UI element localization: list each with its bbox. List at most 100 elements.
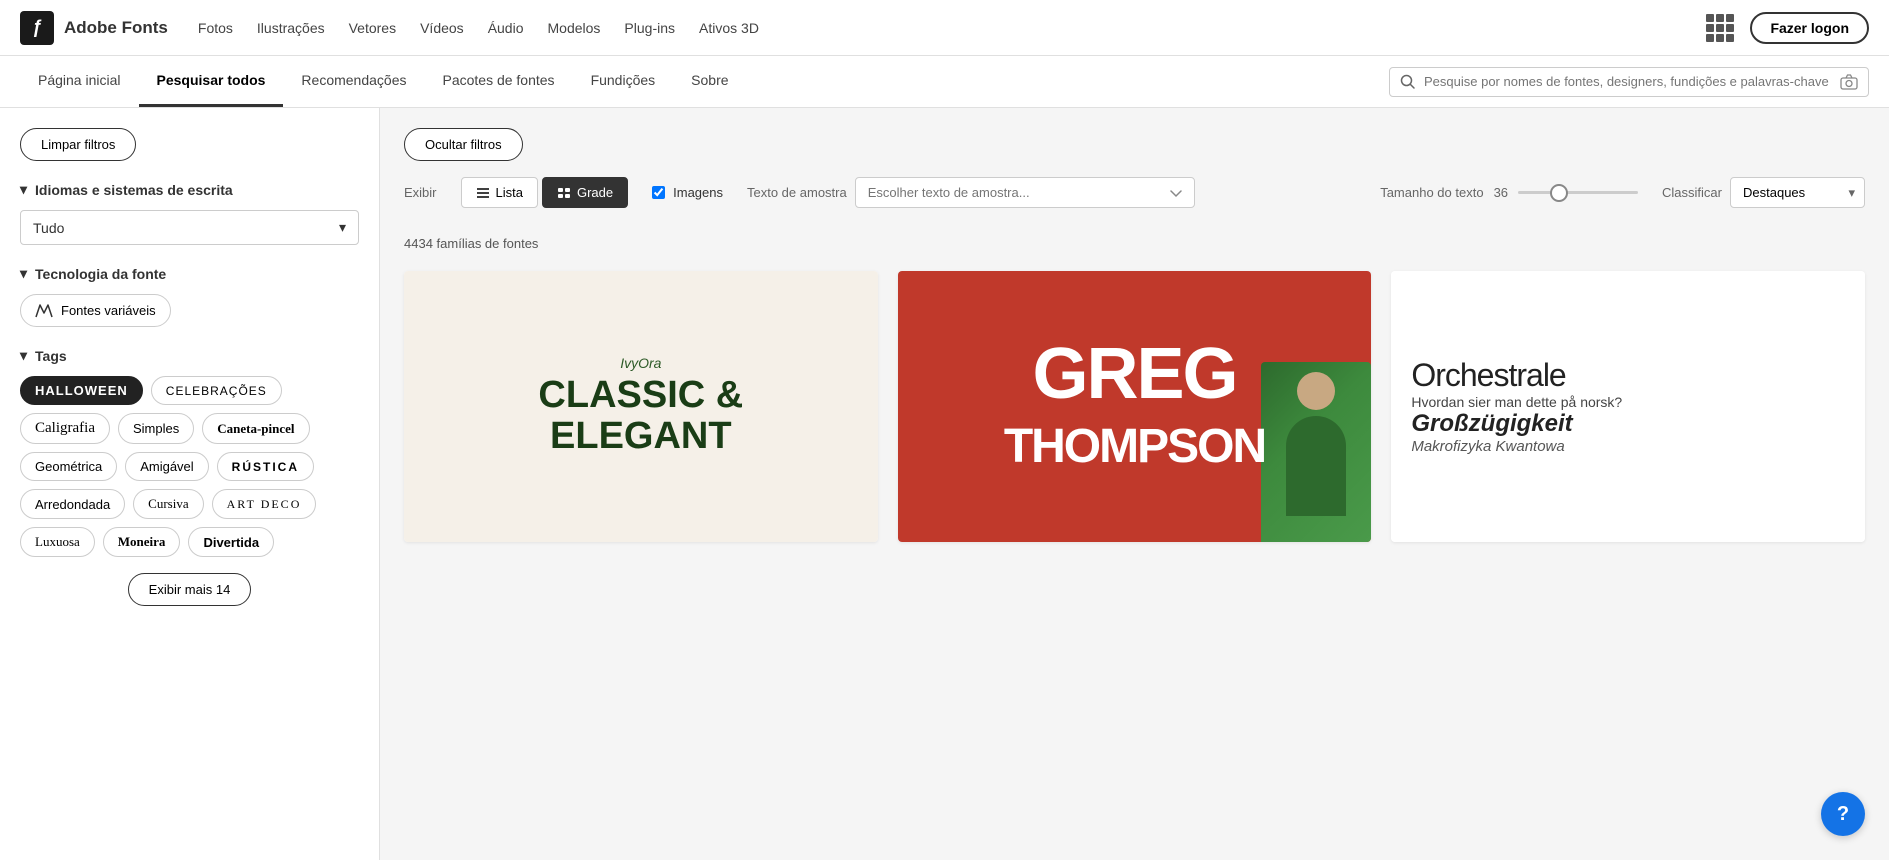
font-size-area: Tamanho do texto 36 [1380,185,1638,200]
help-button[interactable]: ? [1821,792,1865,836]
language-dropdown-chevron: ▾ [339,219,346,236]
nav-ilustracoes[interactable]: Ilustrações [257,16,325,40]
classify-select[interactable]: Destaques Mais recentes Mais populares N… [1730,177,1865,208]
classify-wrapper: Destaques Mais recentes Mais populares N… [1730,177,1865,208]
clear-filters-button[interactable]: Limpar filtros [20,128,136,161]
sample-text-label: Texto de amostra [747,185,847,200]
main-nav-links: Fotos Ilustrações Vetores Vídeos Áudio M… [198,16,1707,40]
search-input[interactable] [1424,74,1832,89]
classify-label: Classificar [1662,185,1722,200]
sample-text-input-wrapper [855,177,1195,208]
hide-filters-button[interactable]: Ocultar filtros [404,128,523,161]
language-dropdown[interactable]: Tudo ▾ [20,210,359,245]
tech-section-title: Tecnologia da fonte [35,266,166,282]
font-size-label: Tamanho do texto [1380,185,1483,200]
tag-moneira[interactable]: Moneira [103,527,181,557]
sub-navigation: Página inicial Pesquisar todos Recomenda… [0,56,1889,108]
tag-caligrafia[interactable]: Caligrafia [20,413,110,444]
language-section-header[interactable]: ▾ Idiomas e sistemas de escrita [20,181,359,198]
orch-sub1-text: Hvordan sier man dette på norsk? [1411,394,1622,410]
subnav-font-packs[interactable]: Pacotes de fontes [424,56,572,107]
display-label: Exibir [404,185,437,200]
subnav-recommendations[interactable]: Recomendações [283,56,424,107]
sub-nav-links: Página inicial Pesquisar todos Recomenda… [20,56,1389,107]
nav-videos[interactable]: Vídeos [420,16,464,40]
tags-section-title: Tags [35,348,67,364]
view-buttons: Lista Grade [461,177,629,208]
tags-filter-section: ▾ Tags HALLOWEEN CELEBRAÇÕES Caligrafia … [20,347,359,606]
subnav-foundries[interactable]: Fundições [573,56,674,107]
language-section-title: Idiomas e sistemas de escrita [35,182,233,198]
variable-fonts-button[interactable]: Fontes variáveis [20,294,171,327]
font-preview-ivyora: IvyOra CLASSIC & ELEGANT [404,271,878,542]
ivyora-preview-main: CLASSIC & ELEGANT [538,375,743,459]
show-more-tags-button[interactable]: Exibir mais 14 [128,573,252,606]
nav-vetores[interactable]: Vetores [349,16,396,40]
search-icon [1400,74,1416,90]
tag-simples[interactable]: Simples [118,413,194,444]
tag-divertida[interactable]: Divertida [188,527,274,557]
nav-fotos[interactable]: Fotos [198,16,233,40]
search-bar [1389,67,1869,97]
adobe-logo-icon: ƒ [20,11,54,45]
sidebar: Limpar filtros ▾ Idiomas e sistemas de e… [0,108,380,860]
font-card-ivyora: IvyOra CLASSIC & ELEGANT [404,271,878,542]
grid-view-button[interactable]: Grade [542,177,628,208]
sample-dropdown-icon[interactable] [1170,188,1182,198]
sample-text-area: Texto de amostra [747,177,1356,208]
font-preview-greg: GREG THOMPSON [898,271,1372,542]
tags-section-header[interactable]: ▾ Tags [20,347,359,364]
main-content: Ocultar filtros Exibir Lista [380,108,1889,860]
tech-chevron-icon: ▾ [20,265,27,282]
subnav-home[interactable]: Página inicial [20,56,139,107]
tag-geometrica[interactable]: Geométrica [20,452,117,481]
tags-chevron-icon: ▾ [20,347,27,364]
nav-ativos3d[interactable]: Ativos 3D [699,16,759,40]
tag-artdeco[interactable]: ART DECO [212,489,317,519]
subnav-search-all[interactable]: Pesquisar todos [139,56,284,107]
grid-view-label: Grade [577,185,613,200]
font-card-agenda-one: GREG THOMPSON [898,271,1372,542]
content-layout: Limpar filtros ▾ Idiomas e sistemas de e… [0,108,1889,860]
images-checkbox-area: Imagens [652,185,723,200]
font-size-slider[interactable] [1518,191,1638,194]
variable-fonts-label: Fontes variáveis [61,303,156,318]
images-checkbox[interactable] [652,186,665,199]
font-grid: IvyOra CLASSIC & ELEGANT [404,271,1865,542]
ivyora-preview-sub: IvyOra [620,355,661,371]
font-card-operetta: Orchestrale Hvordan sier man dette på no… [1391,271,1865,542]
subnav-about[interactable]: Sobre [673,56,746,107]
top-navigation: ƒ Adobe Fonts Fotos Ilustrações Vetores … [0,0,1889,56]
nav-plugins[interactable]: Plug-ins [624,16,675,40]
list-view-button[interactable]: Lista [461,177,538,208]
classify-area: Classificar Destaques Mais recentes Mais… [1662,177,1865,208]
nav-audio[interactable]: Áudio [488,16,524,40]
tag-luxuosa[interactable]: Luxuosa [20,527,95,557]
tag-celebracoes[interactable]: CELEBRAÇÕES [151,376,282,405]
font-count: 4434 famílias de fontes [404,236,1865,251]
app-title: Adobe Fonts [64,18,168,38]
grid-icon [557,187,571,199]
sample-text-input[interactable] [868,185,1162,200]
list-view-label: Lista [496,185,523,200]
nav-modelos[interactable]: Modelos [548,16,601,40]
orch-main-text: Orchestrale [1411,357,1565,394]
logo-link[interactable]: ƒ Adobe Fonts [20,11,168,45]
tag-amigavel[interactable]: Amigável [125,452,208,481]
tech-section-header[interactable]: ▾ Tecnologia da fonte [20,265,359,282]
tag-cursiva[interactable]: Cursiva [133,489,203,519]
language-dropdown-value: Tudo [33,220,64,236]
camera-icon[interactable] [1840,74,1858,90]
tag-arredondada[interactable]: Arredondada [20,489,125,519]
orch-sub2-text: Großzügigkeit [1411,410,1572,438]
font-size-value: 36 [1494,185,1508,200]
tag-caneta-pincel[interactable]: Caneta-pincel [202,413,309,444]
nav-right-area: Fazer logon [1706,12,1869,44]
apps-grid-icon[interactable] [1706,14,1734,42]
login-button[interactable]: Fazer logon [1750,12,1869,44]
orch-sub3-text: Makrofizyka Kwantowa [1411,438,1564,455]
tag-halloween[interactable]: HALLOWEEN [20,376,143,405]
tag-rustica[interactable]: RÚSTICA [217,452,314,481]
tech-filter-section: ▾ Tecnologia da fonte Fontes variáveis [20,265,359,327]
filters-bar: Ocultar filtros [404,128,1865,161]
